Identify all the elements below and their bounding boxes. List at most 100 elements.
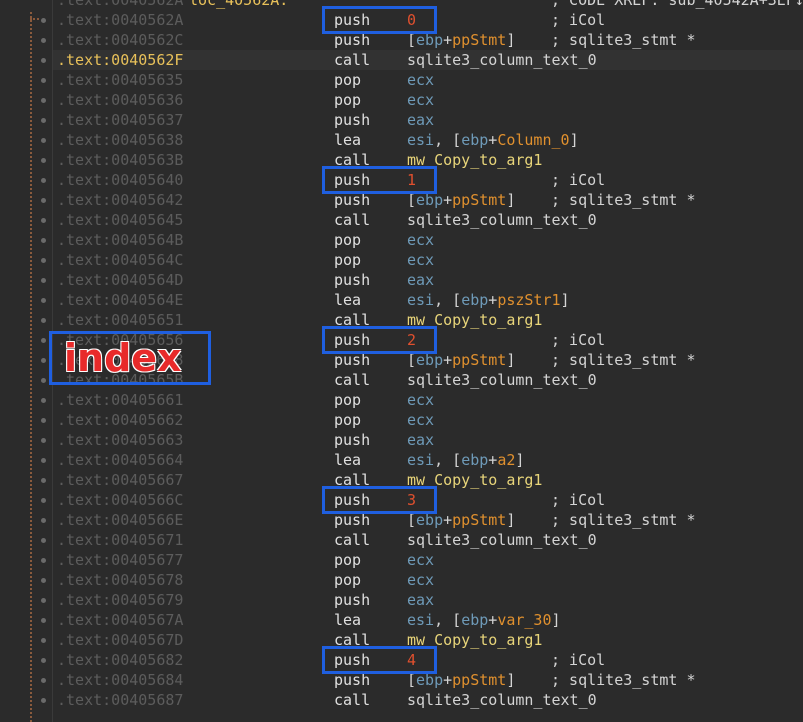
line-address[interactable]: .text:0040566E [57, 510, 183, 530]
operand-register[interactable]: ecx [407, 411, 434, 429]
operand-variable[interactable]: pszStr1 [497, 291, 560, 309]
operand-register[interactable]: esi [407, 611, 434, 629]
line-address[interactable]: .text:00405640 [57, 170, 183, 190]
line-address[interactable]: .text:00405645 [57, 210, 183, 230]
instruction-operands[interactable]: ecx [407, 250, 434, 270]
listing-line[interactable]: .text:0040564D push eax [53, 270, 803, 290]
operand-symbol[interactable]: sqlite3_column_text_0 [407, 531, 597, 549]
operand-register[interactable]: ebp [461, 451, 488, 469]
line-address[interactable]: .text:0040562F [57, 50, 183, 70]
instruction-operands[interactable]: ecx [407, 410, 434, 430]
instruction-operands[interactable]: ecx [407, 230, 434, 250]
listing-line[interactable]: .text:0040564C pop ecx [53, 250, 803, 270]
line-address[interactable]: .text:00405687 [57, 690, 183, 710]
listing-line[interactable]: .text:00405637 push eax [53, 110, 803, 130]
line-address[interactable]: .text:00405663 [57, 430, 183, 450]
instruction-mnemonic[interactable]: pop [334, 550, 361, 570]
instruction-mnemonic[interactable]: call [334, 530, 370, 550]
line-address[interactable]: .text:00405684 [57, 670, 183, 690]
instruction-mnemonic[interactable]: lea [334, 610, 361, 630]
operand-register[interactable]: ecx [407, 231, 434, 249]
operand-variable[interactable]: a2 [497, 451, 515, 469]
instruction-mnemonic[interactable]: pop [334, 230, 361, 250]
listing-line[interactable]: .text:00405645 call sqlite3_column_text_0 [53, 210, 803, 230]
line-address[interactable]: .text:0040562A [57, 10, 183, 30]
instruction-operands[interactable]: eax [407, 430, 434, 450]
operand-register[interactable]: esi [407, 291, 434, 309]
line-address[interactable]: .text:00405636 [57, 90, 183, 110]
instruction-mnemonic[interactable]: lea [334, 450, 361, 470]
operand-symbol[interactable]: sqlite3_column_text_0 [407, 371, 597, 389]
operand-register[interactable]: ebp [461, 131, 488, 149]
instruction-operands[interactable]: esi, [ebp+pszStr1] [407, 290, 570, 310]
instruction-mnemonic[interactable]: lea [334, 290, 361, 310]
instruction-operands[interactable]: esi, [ebp+var_30] [407, 610, 561, 630]
instruction-mnemonic[interactable]: lea [334, 130, 361, 150]
operand-variable[interactable]: ppStmt [452, 351, 506, 369]
instruction-operands[interactable]: ecx [407, 570, 434, 590]
listing-line[interactable]: .text:00405679 push eax [53, 590, 803, 610]
operand-symbol[interactable]: sqlite3_column_text_0 [407, 691, 597, 709]
operand-variable[interactable]: Column_0 [497, 131, 569, 149]
operand-register[interactable]: esi [407, 131, 434, 149]
operand-register[interactable]: eax [407, 271, 434, 289]
instruction-operands[interactable]: sqlite3_column_text_0 [407, 530, 597, 550]
line-address[interactable]: .text:0040567A [57, 610, 183, 630]
instruction-mnemonic[interactable]: push [334, 270, 370, 290]
instruction-operands[interactable]: ecx [407, 550, 434, 570]
line-address[interactable]: .text:00405635 [57, 70, 183, 90]
instruction-mnemonic[interactable]: pop [334, 390, 361, 410]
line-address[interactable]: .text:00405661 [57, 390, 183, 410]
operand-register[interactable]: ecx [407, 391, 434, 409]
listing-line[interactable]: .text:00405687 call sqlite3_column_text_0 [53, 690, 803, 710]
line-address[interactable]: .text:00405664 [57, 450, 183, 470]
instruction-operands[interactable]: eax [407, 270, 434, 290]
instruction-operands[interactable]: sqlite3_column_text_0 [407, 50, 597, 70]
listing-line[interactable]: .text:00405638 lea esi, [ebp+Column_0] [53, 130, 803, 150]
operand-symbol[interactable]: sqlite3_column_text_0 [407, 211, 597, 229]
instruction-mnemonic[interactable]: call [334, 370, 370, 390]
instruction-operands[interactable]: ecx [407, 70, 434, 90]
operand-register[interactable]: eax [407, 591, 434, 609]
operand-register[interactable]: ebp [461, 291, 488, 309]
line-address[interactable]: .text:00405677 [57, 550, 183, 570]
line-address[interactable]: .text:00405637 [57, 110, 183, 130]
operand-register[interactable]: ecx [407, 551, 434, 569]
line-address[interactable]: .text:00405679 [57, 590, 183, 610]
listing-line[interactable]: .text:0040564E lea esi, [ebp+pszStr1] [53, 290, 803, 310]
operand-register[interactable]: esi [407, 451, 434, 469]
instruction-operands[interactable]: sqlite3_column_text_0 [407, 210, 597, 230]
operand-register[interactable]: ecx [407, 251, 434, 269]
listing-line[interactable]: .text:00405636 pop ecx [53, 90, 803, 110]
operand-register[interactable]: ecx [407, 71, 434, 89]
instruction-mnemonic[interactable]: pop [334, 70, 361, 90]
line-address[interactable]: .text:00405651 [57, 310, 183, 330]
instruction-mnemonic[interactable]: push [334, 590, 370, 610]
instruction-mnemonic[interactable]: pop [334, 570, 361, 590]
line-address[interactable]: .text:0040564E [57, 290, 183, 310]
operand-symbol[interactable]: sqlite3_column_text_0 [407, 51, 597, 69]
operand-variable[interactable]: ppStmt [452, 31, 506, 49]
instruction-mnemonic[interactable]: call [334, 50, 370, 70]
instruction-operands[interactable]: ecx [407, 90, 434, 110]
listing-line[interactable]: .text:00405677 pop ecx [53, 550, 803, 570]
instruction-mnemonic[interactable]: push [334, 430, 370, 450]
instruction-operands[interactable]: eax [407, 110, 434, 130]
line-address[interactable]: .text:0040562A [57, 0, 183, 10]
line-address[interactable]: .text:0040564B [57, 230, 183, 250]
instruction-operands[interactable]: sqlite3_column_text_0 [407, 370, 597, 390]
operand-variable[interactable]: ppStmt [452, 671, 506, 689]
instruction-mnemonic[interactable]: pop [334, 90, 361, 110]
operand-register[interactable]: eax [407, 111, 434, 129]
line-address[interactable]: .text:0040564C [57, 250, 183, 270]
line-address[interactable]: .text:00405667 [57, 470, 183, 490]
operand-variable[interactable]: var_30 [497, 611, 551, 629]
listing-line[interactable]: .text:00405662 pop ecx [53, 410, 803, 430]
instruction-mnemonic[interactable]: push [334, 110, 370, 130]
line-address[interactable]: .text:0040564D [57, 270, 183, 290]
line-address[interactable]: .text:00405642 [57, 190, 183, 210]
instruction-mnemonic[interactable]: call [334, 690, 370, 710]
listing-line[interactable]: .text:00405664 lea esi, [ebp+a2] [53, 450, 803, 470]
code-label[interactable]: loc_40562A: [189, 0, 288, 10]
instruction-operands[interactable]: esi, [ebp+Column_0] [407, 130, 579, 150]
